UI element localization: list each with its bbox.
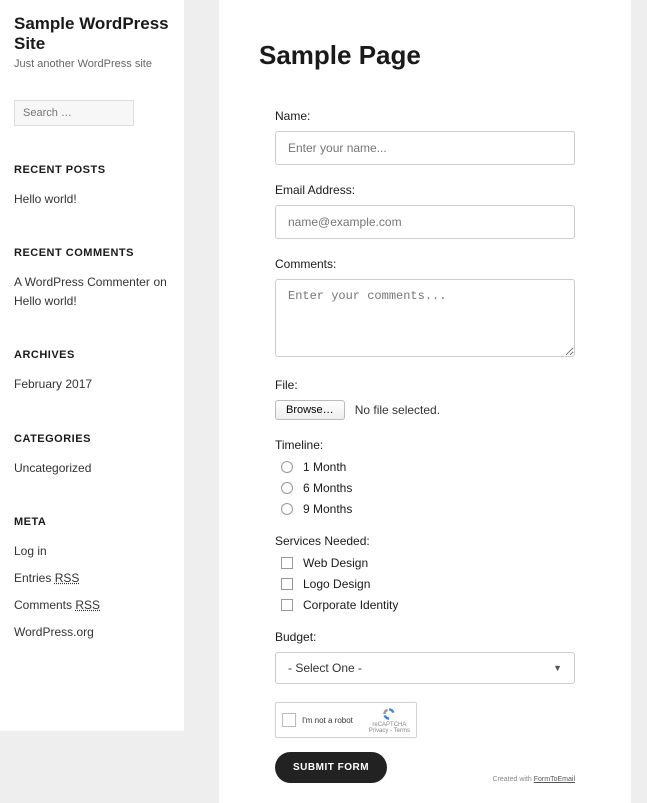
checkbox-icon	[281, 599, 293, 611]
site-title[interactable]: Sample WordPress Site	[14, 14, 170, 55]
field-timeline: Timeline: 1 Month 6 Months 9 Months	[275, 438, 591, 516]
meta-entries-rss-link[interactable]: Entries RSS	[14, 571, 79, 585]
widget-categories: CATEGORIES Uncategorized	[14, 433, 170, 478]
name-input[interactable]	[275, 131, 575, 165]
widget-meta: META Log in Entries RSS Comments RSS Wor…	[14, 516, 170, 643]
widget-recent-comments: RECENT COMMENTS A WordPress Commenter on…	[14, 247, 170, 311]
radio-icon	[281, 461, 293, 473]
main-content: Sample Page Name: Email Address: Comment…	[184, 0, 647, 731]
comment-on-text: on	[153, 275, 166, 289]
comments-textarea[interactable]	[275, 279, 575, 357]
field-email: Email Address:	[275, 183, 591, 239]
field-services: Services Needed: Web Design Logo Design …	[275, 534, 591, 612]
widget-title: META	[14, 516, 170, 528]
search-box	[14, 100, 134, 126]
widget-recent-posts: RECENT POSTS Hello world!	[14, 164, 170, 209]
meta-comments-rss-link[interactable]: Comments RSS	[14, 598, 100, 612]
email-label: Email Address:	[275, 183, 591, 197]
list-item: Hello world!	[14, 190, 170, 209]
comment-entry: A WordPress Commenter on Hello world!	[14, 273, 170, 311]
checkbox-label: Corporate Identity	[303, 598, 398, 612]
field-name: Name:	[275, 109, 591, 165]
list-item: Uncategorized	[14, 459, 170, 478]
category-link[interactable]: Uncategorized	[14, 461, 91, 475]
widget-archives: ARCHIVES February 2017	[14, 349, 170, 394]
radio-option[interactable]: 6 Months	[281, 481, 591, 495]
credit-link[interactable]: FormToEmail	[534, 776, 575, 783]
page-card: Sample Page Name: Email Address: Comment…	[219, 0, 631, 803]
budget-select[interactable]: - Select One - ▼	[275, 652, 575, 684]
meta-login-link[interactable]: Log in	[14, 544, 47, 558]
page-title: Sample Page	[259, 40, 591, 71]
site-tagline: Just another WordPress site	[14, 58, 170, 70]
budget-label: Budget:	[275, 630, 591, 644]
file-label: File:	[275, 378, 591, 392]
list-item: Comments RSS	[14, 596, 170, 615]
radio-label: 1 Month	[303, 460, 346, 474]
captcha-checkbox[interactable]	[282, 713, 296, 727]
radio-icon	[281, 482, 293, 494]
file-browse-button[interactable]: Browse…	[275, 400, 345, 420]
comment-post-link[interactable]: Hello world!	[14, 294, 77, 308]
radio-icon	[281, 503, 293, 515]
checkbox-option[interactable]: Logo Design	[281, 577, 591, 591]
email-input[interactable]	[275, 205, 575, 239]
radio-label: 6 Months	[303, 481, 352, 495]
widget-title: RECENT POSTS	[14, 164, 170, 176]
form-credit: Created with FormToEmail	[493, 776, 575, 783]
checkbox-icon	[281, 578, 293, 590]
submit-button[interactable]: SUBMIT FORM	[275, 752, 387, 783]
list-item: WordPress.org	[14, 623, 170, 642]
field-file: File: Browse… No file selected.	[275, 378, 591, 420]
radio-option[interactable]: 9 Months	[281, 502, 591, 516]
recent-post-link[interactable]: Hello world!	[14, 192, 77, 206]
timeline-label: Timeline:	[275, 438, 591, 452]
checkbox-option[interactable]: Web Design	[281, 556, 591, 570]
list-item: February 2017	[14, 375, 170, 394]
widget-title: ARCHIVES	[14, 349, 170, 361]
checkbox-label: Web Design	[303, 556, 368, 570]
list-item: Log in	[14, 542, 170, 561]
recaptcha-widget[interactable]: I'm not a robot reCAPTCHAPrivacy - Terms	[275, 702, 417, 738]
file-status-text: No file selected.	[355, 403, 440, 417]
name-label: Name:	[275, 109, 591, 123]
services-label: Services Needed:	[275, 534, 591, 548]
field-comments: Comments:	[275, 257, 591, 360]
submit-row: SUBMIT FORM Created with FormToEmail	[275, 752, 575, 783]
widget-title: RECENT COMMENTS	[14, 247, 170, 259]
captcha-text: I'm not a robot	[302, 716, 363, 725]
radio-option[interactable]: 1 Month	[281, 460, 591, 474]
archive-link[interactable]: February 2017	[14, 377, 92, 391]
checkbox-label: Logo Design	[303, 577, 370, 591]
checkbox-option[interactable]: Corporate Identity	[281, 598, 591, 612]
search-input[interactable]	[14, 100, 134, 126]
contact-form: Name: Email Address: Comments: File: Bro…	[259, 109, 591, 783]
checkbox-icon	[281, 557, 293, 569]
chevron-down-icon: ▼	[553, 663, 562, 673]
widget-title: CATEGORIES	[14, 433, 170, 445]
meta-wporg-link[interactable]: WordPress.org	[14, 625, 94, 639]
list-item: Entries RSS	[14, 569, 170, 588]
comments-label: Comments:	[275, 257, 591, 271]
select-value: - Select One -	[288, 661, 362, 675]
comment-author-link[interactable]: A WordPress Commenter	[14, 275, 150, 289]
field-budget: Budget: - Select One - ▼	[275, 630, 591, 684]
radio-label: 9 Months	[303, 502, 352, 516]
sidebar: Sample WordPress Site Just another WordP…	[0, 0, 184, 731]
recaptcha-icon: reCAPTCHAPrivacy - Terms	[369, 707, 410, 734]
